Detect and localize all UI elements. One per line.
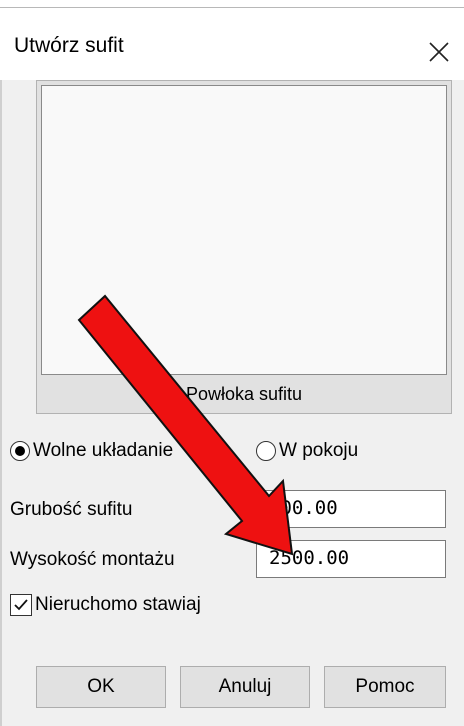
fixed-placement-checkbox[interactable]: Nieruchomo stawiaj (10, 590, 201, 620)
ceiling-preview-area (41, 85, 447, 375)
help-button[interactable]: Pomoc (324, 666, 446, 708)
radio-free-placement-label: Wolne układanie (33, 440, 174, 461)
cancel-button[interactable]: Anuluj (180, 666, 310, 708)
close-icon (429, 42, 449, 62)
close-button[interactable] (414, 24, 464, 80)
radio-indicator-selected (10, 441, 30, 461)
fixed-placement-label: Nieruchomo stawiaj (35, 594, 201, 615)
radio-in-room-label: W pokoju (279, 440, 359, 461)
thickness-input[interactable]: 100.00 (256, 490, 446, 528)
radio-indicator (256, 441, 276, 461)
title-bar[interactable]: Utwórz sufit (0, 8, 464, 80)
checkbox-box (10, 594, 32, 616)
mount-height-label: Wysokość montażu (10, 549, 175, 570)
radio-in-room[interactable]: W pokoju (256, 434, 358, 468)
checkmark-icon (14, 599, 28, 611)
ok-button[interactable]: OK (36, 666, 166, 708)
ceiling-preview-group: Powłoka sufitu (36, 80, 452, 414)
thickness-label: Grubość sufitu (10, 499, 133, 520)
radio-free-placement[interactable]: Wolne układanie (10, 434, 173, 468)
window-frame-top (0, 0, 464, 8)
window-left-edge (0, 80, 2, 726)
dialog-title: Utwórz sufit (14, 34, 124, 57)
preview-label: Powłoka sufitu (185, 384, 303, 404)
mount-height-input[interactable]: 2500.00 (256, 540, 446, 578)
